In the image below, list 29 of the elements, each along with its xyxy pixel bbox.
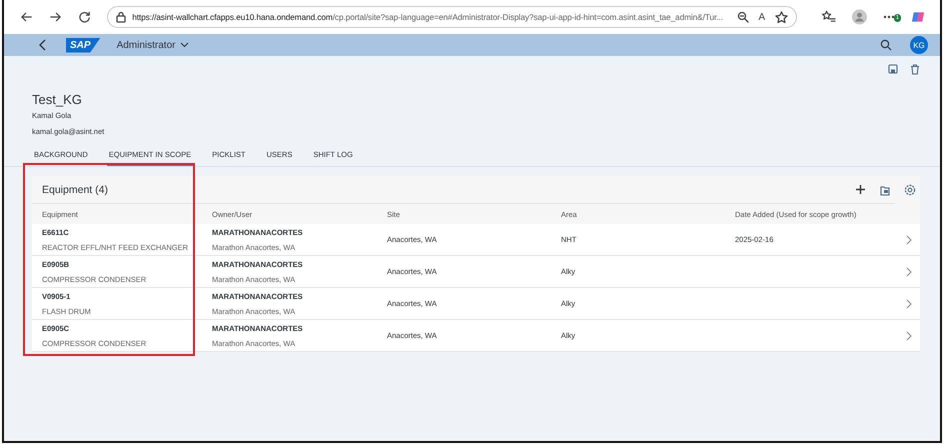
chevron-right-icon[interactable] [906,234,912,244]
app-title-menu[interactable]: Administrator [116,40,190,50]
favorites-icon[interactable] [821,10,836,24]
reload-icon[interactable] [78,10,92,24]
zoom-icon[interactable] [736,11,749,23]
chevron-right-icon[interactable] [906,266,912,276]
lock-icon [116,11,126,23]
url-text: https://asint-wallchart.cfapps.eu10.hana.ondemand.com/cp.portal/site?sap-language=en#Administrator-Display?sap-ui-app-id-hint=com.asint.asint_tae_admin&/Tur... [132,12,724,22]
profile-icon[interactable] [852,9,868,25]
object-title: Test_KG [32,92,83,107]
sap-logo[interactable]: SAP [66,38,101,52]
star-icon[interactable] [775,10,788,24]
save-icon[interactable] [888,64,898,74]
more-icon[interactable] [883,15,896,19]
read-aloud-button[interactable]: A [758,12,766,22]
forward-icon[interactable] [49,10,62,24]
search-icon[interactable] [880,39,892,51]
table-title: Equipment (4) [42,184,108,196]
user-avatar[interactable]: KG [910,36,928,54]
chevron-right-icon[interactable] [906,330,912,340]
add-icon[interactable] [855,184,866,195]
chevron-down-icon [180,42,190,48]
chevron-right-icon[interactable] [906,298,912,308]
back-icon[interactable] [20,10,34,24]
delete-icon[interactable] [910,64,920,75]
settings-icon[interactable] [904,184,916,196]
back-icon[interactable] [38,39,48,51]
export-icon[interactable] [879,184,891,196]
address-bar[interactable]: https://asint-wallchart.cfapps.eu10.hana.ondemand.com/cp.portal/site?sap-language=en#Administrator-Display?sap-ui-app-id-hint=com.asint.asint_tae_admin&/Tur... A [107,6,798,28]
